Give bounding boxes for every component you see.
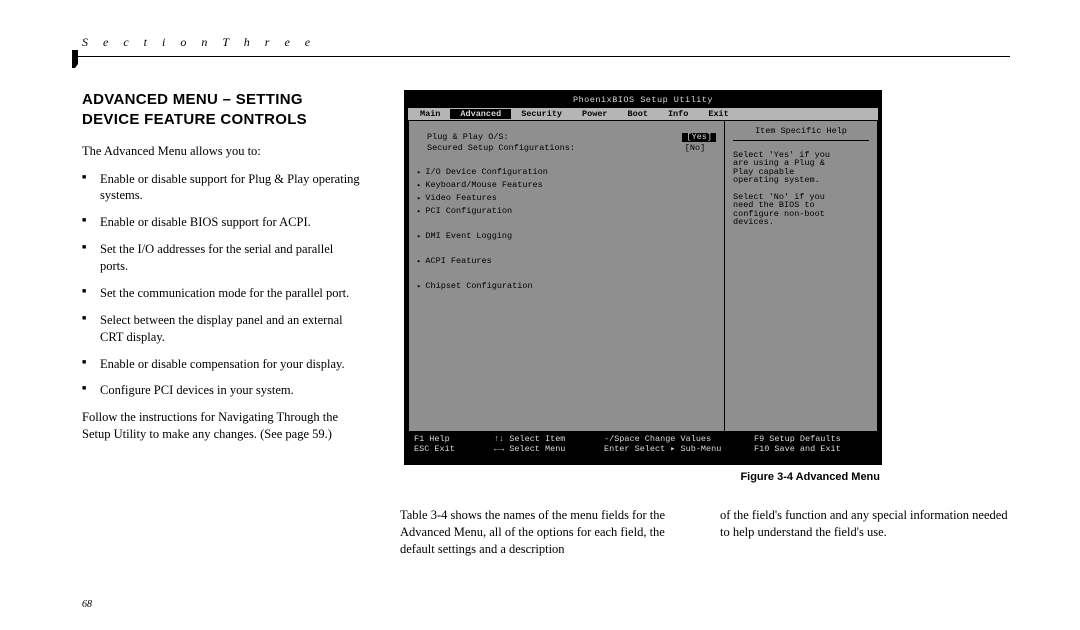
bios-help-title: Item Specific Help [733, 127, 869, 141]
bios-tab-boot[interactable]: Boot [618, 109, 658, 120]
bios-footer: F1 Help ↑↓ Select Item -/Space Change Va… [408, 432, 878, 455]
bios-main-panel: Plug & Play O/S: [Yes] Secured Setup Con… [409, 121, 725, 431]
bios-option-label: Secured Setup Configurations: [417, 144, 674, 153]
body-col-2: of the field's function and any special … [720, 507, 1010, 558]
bios-screenshot: PhoenixBIOS Setup Utility Main Advanced … [404, 90, 882, 465]
bios-tab-info[interactable]: Info [658, 109, 698, 120]
list-item: Enable or disable support for Plug & Pla… [96, 171, 362, 205]
body-col-1: Table 3-4 shows the names of the menu fi… [400, 507, 690, 558]
left-column: ADVANCED MENU – SETTING DEVICE FEATURE C… [82, 90, 362, 558]
figure-caption: Figure 3-4 Advanced Menu [404, 471, 882, 483]
bios-submenu[interactable]: DMI Event Logging [417, 230, 716, 243]
bios-submenu[interactable]: Keyboard/Mouse Features [417, 179, 716, 192]
bios-tab-power[interactable]: Power [572, 109, 618, 120]
bios-help-line: devices. [733, 218, 869, 227]
bios-option-value[interactable]: [Yes] [682, 133, 716, 142]
bios-option-row[interactable]: Plug & Play O/S: [Yes] [417, 133, 716, 142]
list-item: Enable or disable compensation for your … [96, 356, 362, 373]
page-title: ADVANCED MENU – SETTING DEVICE FEATURE C… [82, 90, 362, 129]
bios-submenu[interactable]: ACPI Features [417, 255, 716, 268]
bios-help-line: operating system. [733, 176, 869, 185]
bios-footer-key: ←→ Select Menu [494, 445, 604, 454]
list-item: Select between the display panel and an … [96, 312, 362, 346]
bios-tab-security[interactable]: Security [511, 109, 572, 120]
bios-option-label: Plug & Play O/S: [417, 133, 682, 142]
bios-footer-key: -/Space Change Values [604, 435, 754, 444]
bios-submenu[interactable]: PCI Configuration [417, 205, 716, 218]
list-item: Set the I/O addresses for the serial and… [96, 241, 362, 275]
follow-text: Follow the instructions for Navigating T… [82, 409, 362, 443]
lead-text: The Advanced Menu allows you to: [82, 143, 362, 161]
bios-footer-key: Enter Select ▸ Sub-Menu [604, 445, 754, 454]
bios-title: PhoenixBIOS Setup Utility [408, 94, 878, 108]
list-item: Enable or disable BIOS support for ACPI. [96, 214, 362, 231]
bios-submenu[interactable]: I/O Device Configuration [417, 166, 716, 179]
list-item: Configure PCI devices in your system. [96, 382, 362, 399]
right-column: PhoenixBIOS Setup Utility Main Advanced … [400, 90, 1010, 558]
divider [72, 56, 1010, 57]
bios-tab-exit[interactable]: Exit [698, 109, 738, 120]
bios-option-row[interactable]: Secured Setup Configurations: [No] [417, 144, 716, 153]
body-text-columns: Table 3-4 shows the names of the menu fi… [400, 507, 1010, 558]
title-line-1: ADVANCED MENU – SETTING [82, 91, 303, 108]
title-line-2: DEVICE FEATURE CONTROLS [82, 111, 307, 128]
bios-footer-key: ESC Exit [414, 445, 494, 454]
bios-tab-main[interactable]: Main [410, 109, 450, 120]
bios-help-panel: Item Specific Help Select 'Yes' if you a… [725, 121, 877, 431]
bios-footer-key: F9 Setup Defaults [754, 435, 884, 444]
bios-option-value[interactable]: [No] [674, 144, 716, 153]
section-label: S e c t i o n T h r e e [82, 35, 1010, 50]
page-number: 68 [82, 599, 92, 610]
bios-footer-key: F10 Save and Exit [754, 445, 884, 454]
bios-footer-key: F1 Help [414, 435, 494, 444]
bios-footer-key: ↑↓ Select Item [494, 435, 604, 444]
bios-tab-advanced[interactable]: Advanced [450, 109, 511, 120]
feature-list: Enable or disable support for Plug & Pla… [82, 171, 362, 400]
tab-marker-icon [72, 50, 78, 64]
bios-tab-bar: Main Advanced Security Power Boot Info E… [408, 108, 878, 121]
header-rule [82, 56, 1010, 62]
list-item: Set the communication mode for the paral… [96, 285, 362, 302]
bios-submenu[interactable]: Chipset Configuration [417, 280, 716, 293]
bios-submenu[interactable]: Video Features [417, 192, 716, 205]
